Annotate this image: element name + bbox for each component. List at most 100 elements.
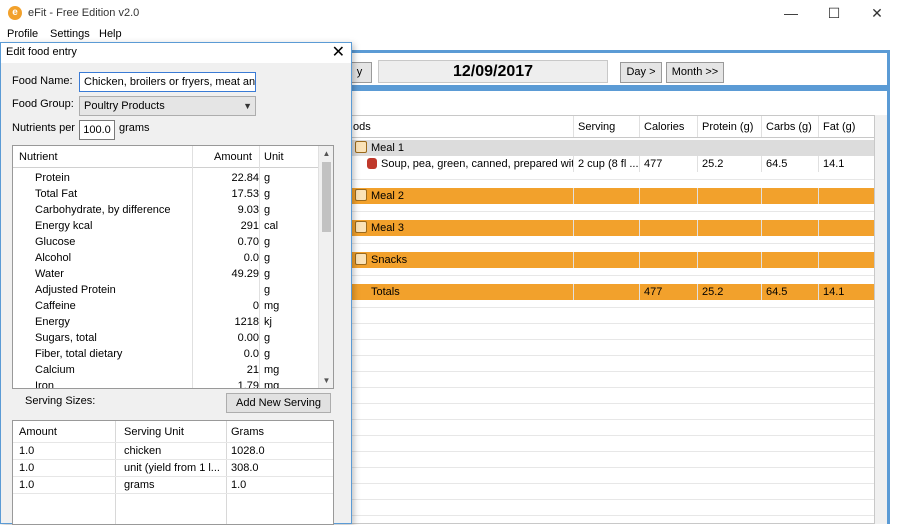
close-window-icon[interactable]: ✕ — [854, 0, 900, 28]
nutrient-row[interactable]: Water 49.29 g — [13, 266, 319, 282]
nutrient-name: Fiber, total dietary — [35, 348, 123, 360]
food-log-panel: ods Serving Calories Protein (g) Carbs (… — [345, 88, 890, 524]
nutrient-amount: 1218 — [234, 316, 259, 328]
meal-1-row[interactable]: Meal 1 — [349, 140, 874, 156]
nutrient-amount: 0.70 — [237, 236, 259, 248]
column-protein[interactable]: Protein (g) — [697, 116, 761, 137]
totals-protein: 25.2 — [697, 284, 761, 300]
column-amount[interactable]: Amount — [19, 421, 57, 443]
nutrient-amount: 0.0 — [243, 252, 259, 264]
nutrient-unit: g — [264, 332, 271, 344]
food-group-label: Food Group: — [12, 98, 74, 110]
meal-icon — [355, 189, 367, 201]
serving-amount: 1.0 — [19, 462, 35, 474]
nutrient-row[interactable]: Adjusted Protein g — [13, 282, 319, 298]
column-nutrient[interactable]: Nutrient — [19, 146, 58, 168]
scroll-up-icon[interactable]: ▲ — [319, 146, 333, 161]
meal-3-row[interactable]: Meal 3 — [349, 220, 874, 236]
column-serving-unit[interactable]: Serving Unit — [124, 421, 184, 443]
nutrient-amount: 22.84 — [231, 172, 259, 184]
nutrient-unit: g — [264, 268, 271, 280]
date-navigation-panel: y 12/09/2017 Day > Month >> — [345, 50, 890, 88]
nutrients-per-unit: grams — [119, 122, 150, 134]
soup-can-icon — [367, 158, 377, 169]
add-new-serving-button[interactable]: Add New Serving — [226, 393, 331, 413]
column-grams[interactable]: Grams — [231, 421, 264, 443]
nutrient-unit: g — [264, 284, 271, 296]
nutrient-row[interactable]: Caffeine 0 mg — [13, 298, 319, 314]
column-foods[interactable]: ods — [349, 116, 573, 137]
nutrient-row[interactable]: Sugars, total 0.00 g — [13, 330, 319, 346]
nutrient-table-scrollbar[interactable]: ▲ ▼ — [318, 146, 333, 388]
nutrient-unit: g — [264, 236, 271, 248]
nutrient-row[interactable]: Protein 22.84 g — [13, 170, 319, 186]
serving-grams: 1028.0 — [231, 445, 265, 457]
scroll-down-icon[interactable]: ▼ — [319, 373, 333, 388]
food-group-select[interactable]: Poultry Products ▼ — [79, 96, 256, 116]
maximize-icon[interactable]: ☐ — [811, 0, 857, 28]
nutrient-name: Total Fat — [35, 188, 78, 200]
column-unit[interactable]: Unit — [264, 146, 284, 168]
nutrient-row[interactable]: Fiber, total dietary 0.0 g — [13, 346, 319, 362]
app-logo-icon: e — [8, 6, 22, 20]
serving-sizes-label: Serving Sizes: — [25, 395, 96, 407]
nutrient-table-header: Nutrient Amount Unit — [13, 146, 319, 168]
nutrient-name: Water — [35, 268, 64, 280]
meal-icon — [355, 253, 367, 265]
totals-carbs: 64.5 — [761, 284, 818, 300]
column-serving[interactable]: Serving — [573, 116, 639, 137]
column-calories[interactable]: Calories — [639, 116, 697, 137]
food-log-header: ods Serving Calories Protein (g) Carbs (… — [349, 116, 874, 138]
nutrient-name: Caffeine — [35, 300, 76, 312]
nutrient-row[interactable]: Calcium 21 mg — [13, 362, 319, 378]
totals-label: Totals — [371, 286, 400, 298]
column-carbs[interactable]: Carbs (g) — [761, 116, 818, 137]
scroll-thumb[interactable] — [322, 162, 331, 232]
nutrient-row[interactable]: Total Fat 17.53 g — [13, 186, 319, 202]
nutrient-row[interactable]: Carbohydrate, by difference 9.03 g — [13, 202, 319, 218]
totals-fat: 14.1 — [818, 284, 878, 300]
nutrient-unit: g — [264, 188, 271, 200]
nutrients-per-input[interactable]: 100.0 — [79, 120, 115, 140]
menu-profile[interactable]: Profile — [7, 28, 38, 40]
serving-row[interactable]: 1.0 chicken 1028.0 — [13, 443, 333, 460]
next-day-button[interactable]: Day > — [620, 62, 662, 83]
nutrient-unit: g — [264, 172, 271, 184]
nutrient-amount: 0.0 — [243, 348, 259, 360]
food-entry-name: Soup, pea, green, canned, prepared wit — [381, 158, 573, 170]
serving-row[interactable]: 1.0 unit (yield from 1 l... 308.0 — [13, 460, 333, 477]
close-icon[interactable]: ✕ — [332, 43, 345, 63]
nutrient-unit: g — [264, 204, 271, 216]
dialog-title: Edit food entry — [6, 46, 77, 58]
nutrient-row[interactable]: Energy kcal 291 cal — [13, 218, 319, 234]
snacks-row[interactable]: Snacks — [349, 252, 874, 268]
food-entry-row[interactable]: Soup, pea, green, canned, prepared wit 2… — [349, 156, 874, 172]
nutrient-name: Energy — [35, 316, 70, 328]
minimize-icon[interactable]: — — [768, 0, 814, 28]
nutrient-amount: 291 — [240, 220, 259, 232]
menu-settings[interactable]: Settings — [50, 28, 90, 40]
serving-row[interactable]: 1.0 grams 1.0 — [13, 477, 333, 494]
column-fat[interactable]: Fat (g) — [818, 116, 878, 137]
totals-calories: 477 — [639, 284, 697, 300]
nutrient-row[interactable]: Glucose 0.70 g — [13, 234, 319, 250]
nutrient-row[interactable]: Alcohol 0.0 g — [13, 250, 319, 266]
column-amount[interactable]: Amount — [214, 146, 252, 168]
menu-help[interactable]: Help — [99, 28, 122, 40]
nutrient-row[interactable]: Energy 1218 kj — [13, 314, 319, 330]
meal-2-label: Meal 2 — [371, 190, 405, 202]
nutrient-row[interactable]: Iron 1.79 mg — [13, 378, 319, 388]
serving-amount: 1.0 — [19, 479, 35, 491]
meal-2-row[interactable]: Meal 2 — [349, 188, 874, 204]
nutrient-amount: 21 — [246, 364, 259, 376]
current-date: 12/09/2017 — [378, 60, 608, 83]
serving-unit: unit (yield from 1 l... — [124, 462, 220, 474]
serving-grams: 1.0 — [231, 479, 247, 491]
dialog-titlebar: Edit food entry ✕ — [1, 43, 351, 63]
nutrient-unit: g — [264, 348, 271, 360]
nutrient-unit: kj — [264, 316, 272, 328]
food-name-input[interactable]: Chicken, broilers or fryers, meat and — [79, 72, 256, 92]
menu-bar: Profile Settings Help — [0, 28, 900, 42]
food-log-scrollbar[interactable] — [875, 115, 887, 524]
next-month-button[interactable]: Month >> — [666, 62, 724, 83]
